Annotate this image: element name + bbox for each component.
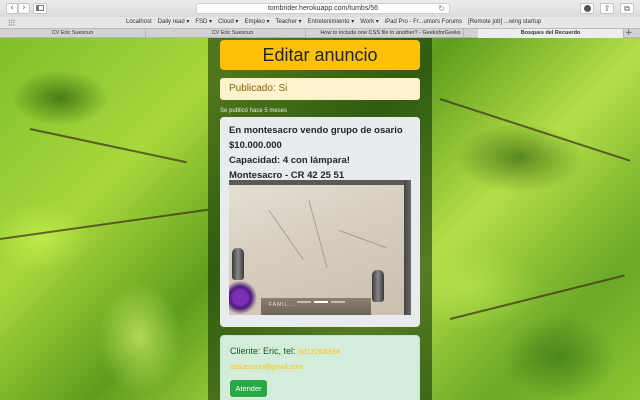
browser-tab[interactable]: Bosques del Recuerdo [478, 29, 624, 38]
new-tab-icon[interactable]: + [625, 28, 633, 38]
plaque-text: FAMIL... [269, 302, 296, 308]
bookmark-item[interactable]: Localhost [126, 18, 152, 27]
client-phone-link[interactable]: 3012268394 [298, 347, 340, 356]
browser-titlebar: ‹ › tombrider.herokuapp.com/tumbs/56 ↻ ⇧… [0, 0, 640, 17]
published-time: Se publicó hace 5 meses [220, 108, 288, 114]
marble-vein [308, 200, 328, 269]
tab-overview-button[interactable]: ⧉ [620, 3, 634, 14]
marble-vein [268, 210, 304, 260]
frame-top [229, 180, 411, 185]
client-email-link[interactable]: edsuescun@gmail.com [230, 364, 303, 371]
browser-tab[interactable]: CV Eric Suescun [160, 29, 306, 38]
vase-right [372, 270, 384, 302]
bookmark-item[interactable]: iPad Pro - Fr...umors Forums [385, 18, 462, 27]
background-branch [0, 208, 209, 240]
listing-card: En montesacro vendo grupo de osario $10.… [220, 117, 420, 327]
sidebar-toggle-button[interactable] [33, 3, 47, 14]
carousel-indicator-active[interactable] [314, 301, 328, 303]
client-box: Cliente: Eric, tel: 3012268394 edsuescun… [220, 335, 420, 400]
client-label: Cliente: Eric, tel: [230, 346, 296, 356]
background-branch [439, 98, 631, 162]
bookmark-item[interactable]: Daily read ▾ [158, 18, 190, 27]
share-icon: ⇧ [603, 4, 611, 13]
share-button[interactable]: ⇧ [600, 3, 614, 14]
background-branch [449, 274, 625, 320]
downloads-button[interactable] [580, 3, 594, 14]
photo-carousel[interactable]: FAMIL... [229, 180, 411, 315]
vase-left [232, 248, 244, 280]
browser-tab[interactable]: CV Eric Suescun [0, 29, 146, 38]
sidebar-icon [36, 5, 44, 11]
bookmark-item[interactable]: [Remote job] ...wing startup [468, 18, 541, 27]
tabs-icon: ⧉ [624, 4, 630, 13]
download-icon [583, 5, 591, 12]
listing-capacity: Capacidad: 4 con lámpara! [229, 155, 350, 166]
listing-title: En montesacro vendo grupo de osario [229, 125, 403, 136]
bookmark-item[interactable]: Teacher ▾ [275, 18, 301, 27]
browser-tab[interactable]: How to include one CSS file in another? … [318, 29, 464, 38]
bookmark-item[interactable]: Entretenimiento ▾ [308, 18, 355, 27]
bookmark-item[interactable]: Empleo ▾ [244, 18, 269, 27]
bookmarks-bar: Localhost Daily read ▾ FSD ▾ Cloud ▾ Empleo … [0, 17, 640, 28]
attend-button[interactable]: Atender [230, 380, 267, 397]
reload-icon[interactable]: ↻ [438, 4, 445, 14]
back-button[interactable]: ‹ [6, 3, 18, 14]
carousel-indicator[interactable] [297, 301, 311, 303]
frame-side [404, 180, 411, 315]
background-branch [29, 128, 187, 164]
tab-bar: Bosques del Recuerdo How to include one C… [0, 28, 640, 38]
page-viewport: Editar anuncio Publicado: Si Se publicó … [0, 38, 640, 400]
edit-listing-button[interactable]: Editar anuncio [220, 40, 420, 70]
address-bar[interactable]: tombrider.herokuapp.com/tumbs/56 ↻ [196, 3, 450, 14]
published-status: Publicado: Si [220, 78, 420, 100]
flowers [229, 280, 257, 315]
forward-button[interactable]: › [18, 3, 30, 14]
bookmark-item[interactable]: Cloud ▾ [218, 18, 238, 27]
client-info: Cliente: Eric, tel: 3012268394 [230, 344, 410, 358]
url-text: tombrider.herokuapp.com/tumbs/56 [267, 5, 379, 12]
listing-price: $10.000.000 [229, 140, 282, 151]
bookmark-item[interactable]: FSD ▾ [195, 18, 212, 27]
bookmark-item[interactable]: Work ▾ [360, 18, 379, 27]
grid-icon[interactable] [8, 19, 15, 26]
carousel-indicator[interactable] [331, 301, 345, 303]
marble-vein [338, 230, 387, 249]
bookmark-list: Localhost Daily read ▾ FSD ▾ Cloud ▾ Empleo … [126, 18, 547, 27]
